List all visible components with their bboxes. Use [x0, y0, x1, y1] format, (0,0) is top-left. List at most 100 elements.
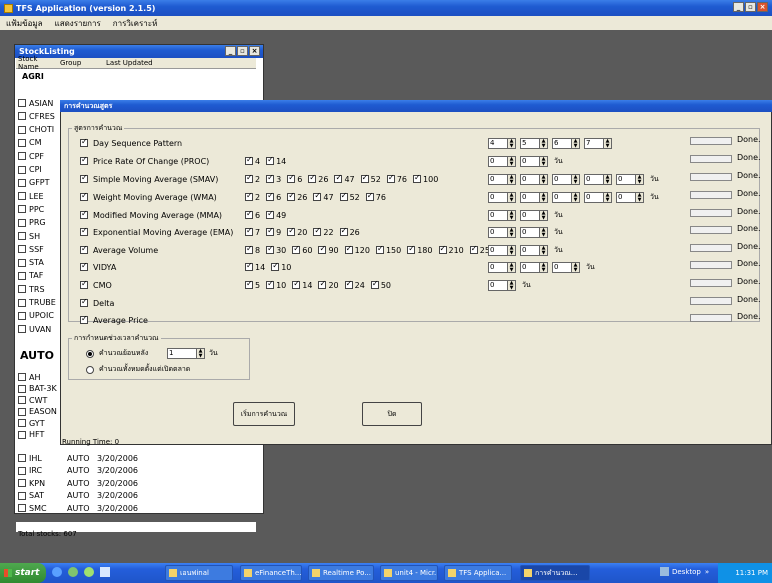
period-checkbox[interactable]: [365, 191, 374, 201]
period-checkbox[interactable]: [344, 279, 353, 289]
stock-checkbox[interactable]: [18, 205, 26, 214]
indicator-checkbox-row[interactable]: Simple Moving Average (SMAV): [80, 171, 251, 187]
period-option[interactable]: 30: [264, 244, 286, 255]
spinner-value[interactable]: 0: [616, 173, 636, 185]
period-checkbox[interactable]: [469, 244, 478, 254]
spin-arrows-icon[interactable]: ▲ ▼: [604, 191, 612, 203]
stock-checkbox[interactable]: [18, 112, 26, 121]
indicator-checkbox-row[interactable]: Average Volume: [80, 242, 251, 258]
stock-checkbox[interactable]: [18, 396, 26, 404]
spinner-value[interactable]: 0: [488, 191, 508, 203]
stock-checkbox[interactable]: [18, 325, 26, 334]
stock-item[interactable]: EASON: [18, 407, 57, 417]
stock-item[interactable]: TRS: [18, 284, 45, 294]
indicator-checkbox-row[interactable]: Delta: [80, 295, 251, 311]
stock-item[interactable]: PRG: [18, 218, 46, 228]
period-option[interactable]: 24: [343, 279, 365, 290]
spin-arrows-icon[interactable]: ▲ ▼: [508, 261, 516, 273]
indicator-checkbox-row[interactable]: Price Rate Of Change (PROC): [80, 153, 251, 169]
stock-checkbox[interactable]: [18, 430, 26, 439]
stock-item[interactable]: GFPT: [18, 178, 50, 188]
stock-checkbox[interactable]: [18, 152, 26, 161]
period-checkbox[interactable]: [245, 191, 253, 201]
stock-checkbox[interactable]: [18, 232, 26, 240]
period-spinner[interactable]: 0 ▲ ▼: [584, 173, 612, 185]
period-option[interactable]: 52: [359, 173, 381, 184]
stock-checkbox[interactable]: [18, 298, 26, 307]
stock-item[interactable]: BAT-3K: [18, 384, 57, 394]
spin-arrows-icon[interactable]: ▲ ▼: [508, 244, 516, 256]
period-option[interactable]: 14: [264, 155, 286, 166]
period-option[interactable]: 3: [264, 173, 281, 184]
period-option[interactable]: 22: [311, 226, 334, 237]
period-checkbox[interactable]: [318, 279, 327, 289]
spinner-value[interactable]: 0: [488, 261, 508, 273]
period-checkbox[interactable]: [313, 226, 322, 236]
stock-item[interactable]: CFRES: [18, 111, 55, 121]
stock-item[interactable]: TAF: [18, 271, 43, 281]
period-option[interactable]: 4: [243, 155, 260, 166]
period-checkbox[interactable]: [292, 244, 301, 254]
taskbar-item[interactable]: Realtime Po...: [308, 565, 374, 581]
period-checkbox[interactable]: [386, 173, 395, 183]
stock-item[interactable]: HFT: [18, 430, 44, 440]
period-spinner[interactable]: 7 ▲ ▼: [584, 137, 612, 149]
spinner-value[interactable]: 0: [520, 191, 540, 203]
stock-item[interactable]: CPF: [18, 151, 44, 161]
period-option[interactable]: 20: [285, 226, 307, 237]
column-last-updated[interactable]: Last Updated: [106, 59, 153, 67]
spin-arrows-icon[interactable]: ▲ ▼: [540, 173, 548, 185]
period-spinner[interactable]: 5 ▲ ▼: [520, 137, 548, 149]
stock-checkbox[interactable]: [18, 258, 26, 267]
period-spinner[interactable]: 0 ▲ ▼: [616, 173, 644, 185]
stock-checkbox[interactable]: [18, 285, 26, 294]
period-checkbox[interactable]: [245, 155, 253, 165]
taskbar-item[interactable]: เอนฟinal: [165, 565, 233, 581]
indicator-checkbox[interactable]: [80, 244, 88, 254]
spin-arrows-icon[interactable]: ▲ ▼: [508, 137, 516, 149]
indicator-checkbox[interactable]: [80, 226, 88, 236]
period-option[interactable]: 10: [269, 261, 291, 272]
period-checkbox[interactable]: [308, 173, 317, 183]
spin-arrows-icon[interactable]: ▲ ▼: [572, 137, 580, 149]
period-checkbox[interactable]: [245, 226, 253, 236]
period-option[interactable]: 60: [290, 244, 312, 255]
stock-checkbox[interactable]: [18, 178, 26, 187]
stock-maximize-button[interactable]: ▫: [237, 46, 248, 56]
spinner-value[interactable]: 0: [488, 173, 508, 185]
period-checkbox[interactable]: [370, 279, 379, 289]
period-spinner[interactable]: 0 ▲ ▼: [488, 191, 516, 203]
spinner-value[interactable]: 0: [488, 226, 508, 238]
period-checkbox[interactable]: [287, 191, 296, 201]
close-button[interactable]: ×: [757, 2, 768, 12]
period-spinner[interactable]: 0 ▲ ▼: [552, 191, 580, 203]
period-option[interactable]: 20: [316, 279, 339, 290]
period-checkbox[interactable]: [245, 209, 253, 219]
spin-arrows-icon[interactable]: ▲ ▼: [508, 279, 516, 291]
period-option[interactable]: 52: [338, 191, 360, 202]
period-spinner[interactable]: 0 ▲ ▼: [520, 173, 548, 185]
table-row[interactable]: IRC AUTO 3/20/2006: [18, 466, 138, 476]
radio-all-dot[interactable]: [86, 365, 94, 374]
period-option[interactable]: 26: [285, 191, 307, 202]
stock-item[interactable]: UPOIC: [18, 311, 54, 321]
stock-item[interactable]: CPI: [18, 165, 42, 175]
period-checkbox[interactable]: [266, 173, 275, 183]
spin-arrows-icon[interactable]: ▲ ▼: [508, 173, 516, 185]
spinner-value[interactable]: 0: [488, 279, 508, 291]
stock-checkbox[interactable]: [18, 491, 26, 500]
period-checkbox[interactable]: [413, 173, 422, 183]
period-spinner[interactable]: 0 ▲ ▼: [520, 261, 548, 273]
chevron-icon[interactable]: »: [705, 568, 709, 576]
period-option[interactable]: 90: [316, 244, 339, 255]
messenger-icon[interactable]: [68, 567, 78, 577]
indicator-checkbox[interactable]: [80, 191, 88, 201]
stock-checkbox[interactable]: [18, 311, 26, 320]
period-option[interactable]: 5: [243, 279, 260, 290]
stock-checkbox[interactable]: [18, 125, 26, 134]
ie-icon[interactable]: [52, 567, 62, 577]
period-spinner[interactable]: 0 ▲ ▼: [488, 155, 516, 167]
period-checkbox[interactable]: [245, 261, 253, 271]
stock-item[interactable]: SSF: [18, 244, 44, 254]
indicator-checkbox-row[interactable]: Weight Moving Average (WMA): [80, 189, 251, 205]
